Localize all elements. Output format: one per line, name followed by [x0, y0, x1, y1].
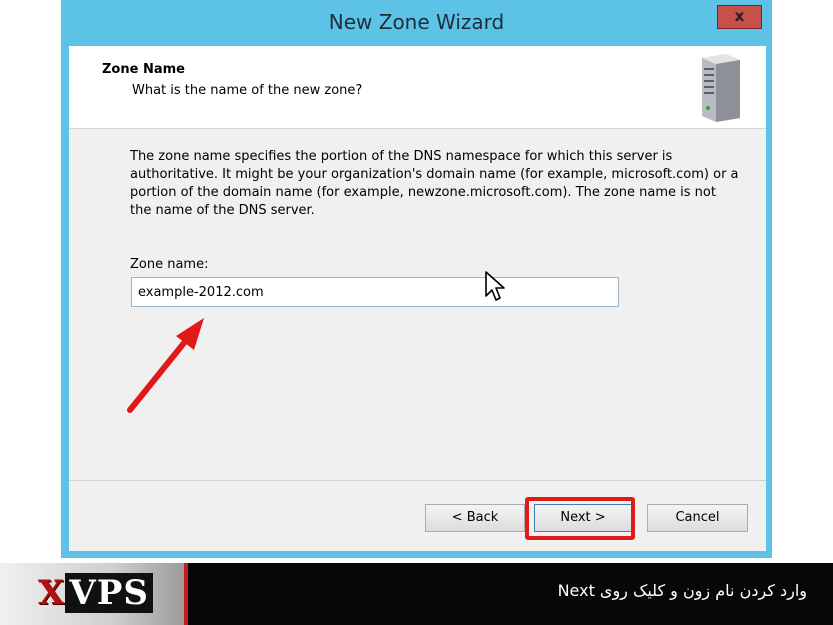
- page-subtitle: What is the name of the new zone?: [132, 83, 363, 98]
- server-icon: [702, 54, 740, 122]
- cancel-button[interactable]: Cancel: [647, 504, 748, 532]
- banner-divider: [184, 563, 188, 625]
- banner-caption: وارد کردن نام زون و کلیک روی Next: [557, 581, 807, 600]
- wizard-window: New Zone Wizard x Zone Name What is the …: [61, 0, 772, 558]
- button-separator: [69, 480, 766, 481]
- back-button[interactable]: < Back: [425, 504, 525, 532]
- wizard-header: Zone Name What is the name of the new zo…: [69, 46, 766, 129]
- red-annotation-arrow: [127, 318, 204, 413]
- mouse-cursor-icon: [485, 271, 505, 301]
- wizard-client-area: Zone Name What is the name of the new zo…: [69, 46, 766, 551]
- window-title: New Zone Wizard: [328, 10, 505, 34]
- page-title: Zone Name: [102, 62, 185, 77]
- close-button[interactable]: x: [717, 5, 762, 29]
- logo-area: X VPS: [0, 563, 187, 625]
- next-button-highlight: [525, 497, 635, 540]
- xvps-logo: X VPS: [38, 573, 153, 613]
- bottom-banner: X VPS وارد کردن نام زون و کلیک روی Next: [0, 563, 833, 625]
- logo-vps: VPS: [65, 573, 153, 613]
- zone-name-input[interactable]: [131, 277, 619, 307]
- logo-x: X: [38, 573, 66, 613]
- zone-name-label: Zone name:: [130, 257, 209, 272]
- title-bar[interactable]: New Zone Wizard x: [61, 0, 772, 46]
- description-text: The zone name specifies the portion of t…: [130, 149, 739, 218]
